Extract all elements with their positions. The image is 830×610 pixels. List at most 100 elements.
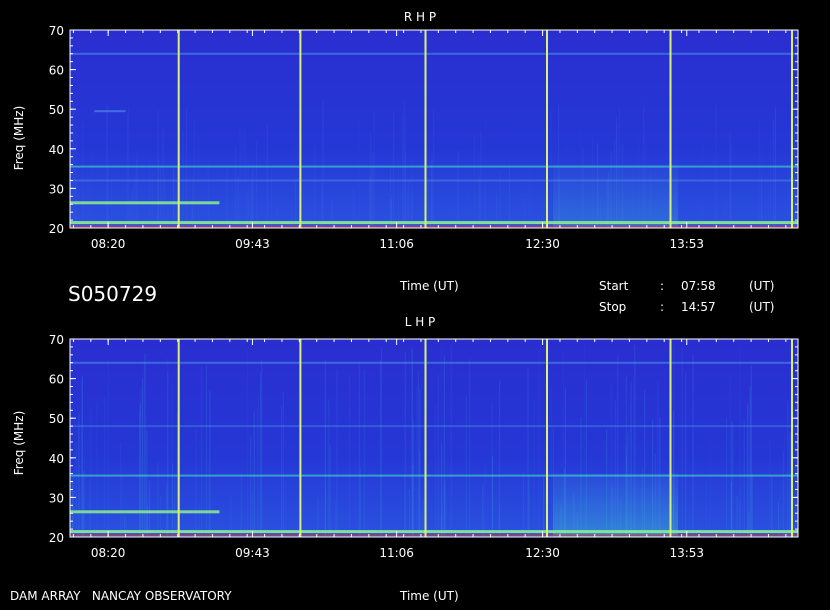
- texture-streak: [698, 160, 700, 228]
- texture-streak: [787, 400, 789, 537]
- calibration-marker-line: [546, 339, 548, 537]
- texture-streak: [358, 361, 360, 537]
- texture-streak: [457, 150, 459, 228]
- x-tick-label: 08:20: [91, 546, 126, 560]
- texture-streak: [75, 442, 77, 537]
- texture-streak: [239, 127, 241, 228]
- texture-streak: [681, 347, 683, 537]
- texture-streak: [743, 420, 745, 537]
- texture-streak: [235, 146, 236, 228]
- texture-streak: [787, 159, 789, 228]
- x-tick-label: 09:43: [235, 237, 270, 251]
- texture-streak: [328, 399, 330, 537]
- texture-streak: [247, 349, 249, 537]
- texture-streak: [408, 180, 410, 228]
- texture-streak: [768, 152, 770, 228]
- lhp-spectrogram-panel: 20 30 40 50 60 70 08:20 09:43 11:06 12:30 13:53: [49, 333, 799, 560]
- texture-streak: [730, 481, 732, 537]
- texture-streak: [250, 435, 252, 537]
- observatory-credit: DAM ARRAY NANCAY OBSERVATORY: [10, 589, 232, 603]
- texture-streak: [421, 515, 422, 537]
- texture-streak: [748, 398, 750, 537]
- x-tick-label: 11:06: [379, 237, 414, 251]
- texture-streak: [121, 477, 123, 537]
- texture-streak: [104, 398, 106, 537]
- texture-streak: [253, 411, 255, 537]
- calibration-marker-line: [177, 30, 180, 228]
- x-tick-label: 08:20: [91, 237, 126, 251]
- start-unit: (UT): [749, 279, 774, 293]
- texture-streak: [157, 461, 159, 537]
- texture-streak: [120, 442, 121, 537]
- calibration-marker-line: [791, 339, 793, 537]
- texture-streak: [322, 101, 324, 228]
- calibration-marker-line: [177, 339, 180, 537]
- texture-streak: [381, 347, 382, 537]
- texture-streak: [478, 175, 480, 228]
- time-axis-label-mid: Time (UT): [399, 279, 459, 293]
- calibration-marker-line: [424, 339, 427, 537]
- texture-streak: [769, 438, 771, 537]
- y-tick-label: 40: [49, 452, 64, 466]
- texture-streak: [726, 418, 728, 537]
- y-tick-label: 40: [49, 143, 64, 157]
- calibration-marker-line: [669, 339, 672, 537]
- texture-streak: [135, 151, 137, 228]
- top-y-axis-label: Freq (MHz): [12, 106, 26, 171]
- texture-streak: [750, 365, 752, 537]
- texture-streak: [786, 469, 788, 537]
- stop-unit: (UT): [749, 300, 774, 314]
- texture-streak: [528, 474, 530, 537]
- y-tick-label: 60: [49, 64, 64, 78]
- texture-streak: [523, 471, 525, 537]
- texture-streak: [551, 386, 553, 537]
- texture-streak: [702, 136, 704, 228]
- texture-streak: [173, 166, 174, 228]
- texture-streak: [237, 175, 239, 228]
- texture-streak: [91, 149, 93, 228]
- texture-streak: [419, 389, 421, 537]
- texture-streak: [551, 154, 553, 228]
- y-tick-label: 30: [49, 182, 64, 196]
- texture-streak: [492, 456, 494, 537]
- texture-streak: [167, 357, 169, 537]
- emission-band: [70, 510, 220, 514]
- texture-streak: [408, 489, 410, 537]
- texture-streak: [440, 340, 442, 537]
- texture-streak: [393, 111, 395, 228]
- bottom-panel-title: L H P: [405, 315, 436, 329]
- texture-streak: [749, 385, 751, 537]
- texture-streak: [499, 170, 501, 228]
- texture-streak: [474, 137, 475, 228]
- texture-streak: [485, 108, 486, 228]
- start-sep: :: [660, 279, 664, 293]
- texture-streak: [251, 490, 253, 537]
- texture-streak: [266, 124, 268, 228]
- texture-streak: [465, 396, 467, 537]
- texture-streak: [160, 165, 162, 228]
- y-tick-label: 30: [49, 491, 64, 505]
- texture-streak: [379, 360, 381, 537]
- texture-streak: [411, 160, 413, 228]
- texture-streak: [716, 170, 718, 228]
- texture-streak: [450, 343, 452, 537]
- stop-label: Stop: [599, 300, 626, 314]
- texture-streak: [373, 110, 375, 228]
- texture-streak: [514, 166, 516, 228]
- calibration-marker-line: [299, 30, 302, 228]
- texture-streak: [517, 149, 519, 228]
- texture-streak: [171, 383, 173, 537]
- y-tick-label: 20: [49, 222, 64, 236]
- texture-streak: [685, 373, 687, 537]
- x-tick-label: 09:43: [235, 546, 270, 560]
- texture-streak: [751, 473, 753, 537]
- x-tick-label: 12:30: [525, 237, 560, 251]
- texture-streak: [706, 478, 708, 537]
- texture-streak: [730, 142, 732, 228]
- texture-streak: [369, 177, 371, 228]
- texture-streak: [433, 109, 435, 228]
- texture-streak: [469, 358, 471, 537]
- texture-streak: [413, 421, 415, 537]
- burst-region: [553, 164, 679, 228]
- texture-streak: [82, 122, 84, 228]
